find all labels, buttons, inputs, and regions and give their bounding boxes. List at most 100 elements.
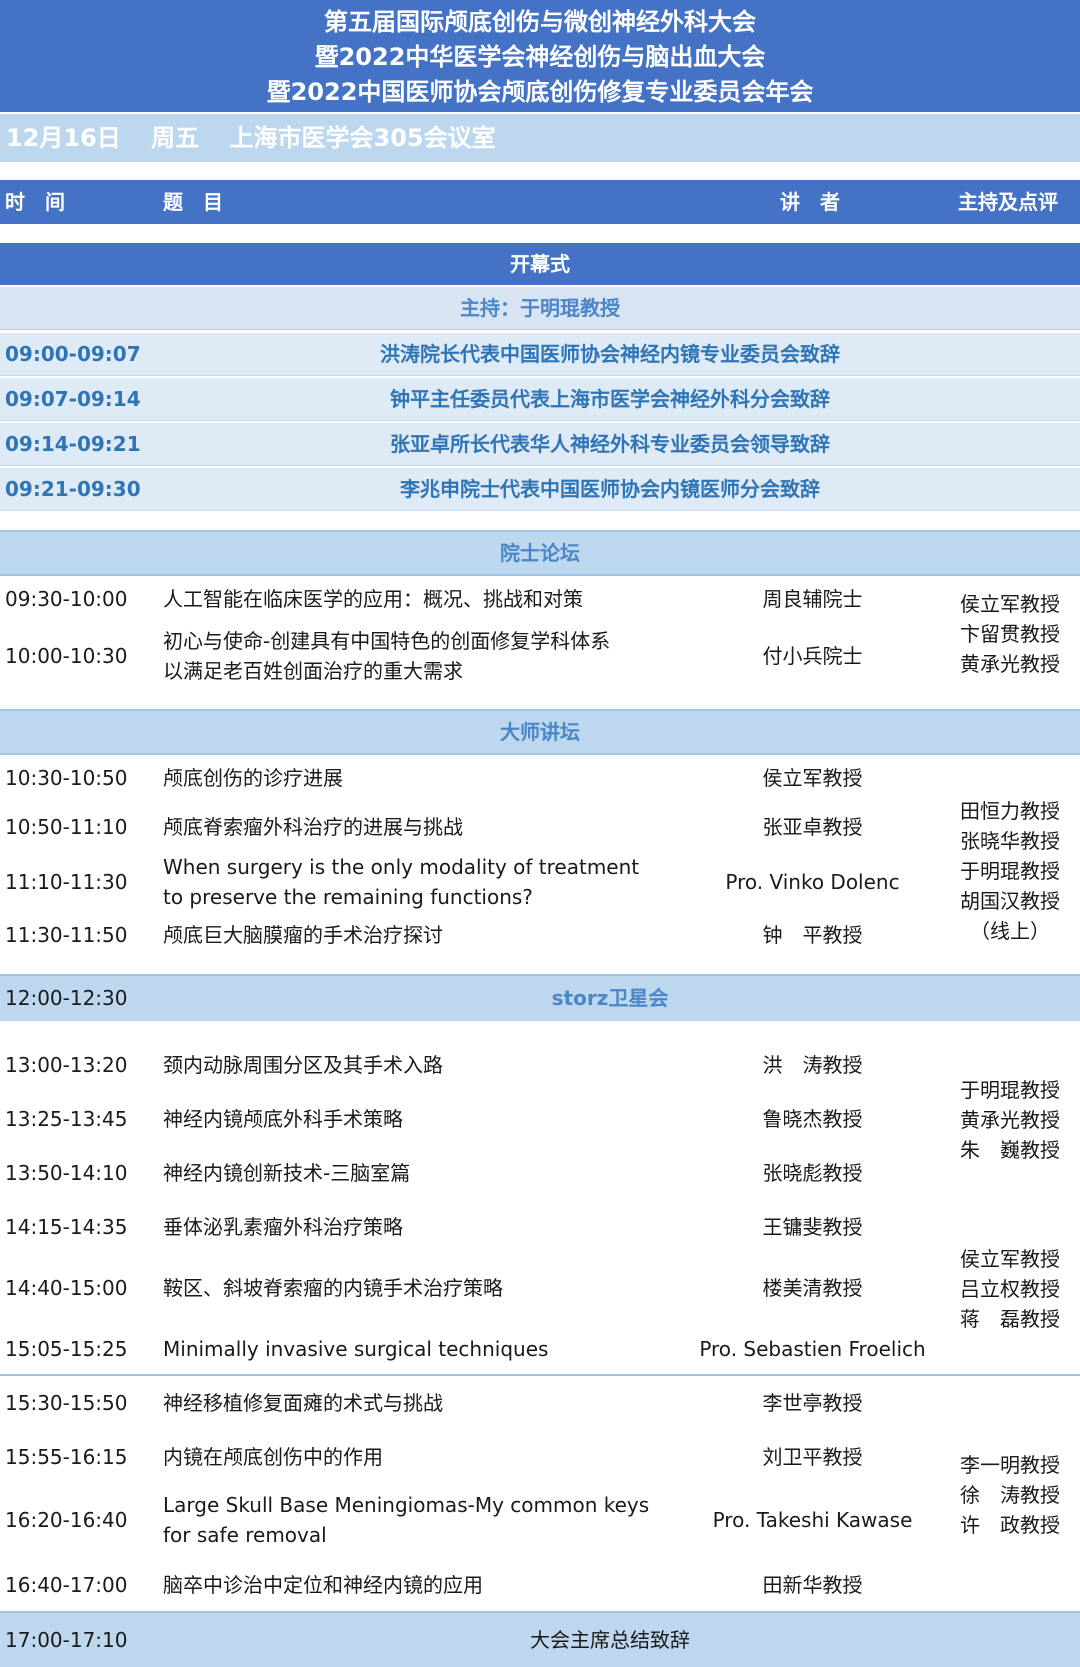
moderators: 侯立军教授 卞留贯教授 黄承光教授 <box>930 589 1080 679</box>
moderators: 侯立军教授 吕立权教授 蒋 磊教授 <box>930 1244 1080 1334</box>
table-row: 15:30-15:50 神经移植修复面瘫的术式与挑战 李世亭教授 <box>0 1386 1080 1420</box>
topic-line: When surgery is the only modality of tre… <box>163 855 640 879</box>
opening-row: 09:21-09:30 李兆申院士代表中国医师协会内镜医师分会致辞 <box>0 468 1080 511</box>
speaker: Pro. Takeshi Kawase <box>712 1508 913 1532</box>
speaker: Pro. Sebastien Froelich <box>699 1337 926 1361</box>
speaker: 刘卫平教授 <box>762 1445 863 1469</box>
closing-row: 17:00-17:10 大会主席总结致辞 <box>0 1611 1080 1667</box>
table-row: 15:55-16:15 内镜在颅底创伤中的作用 刘卫平教授 <box>0 1440 1080 1474</box>
time: 14:40-15:00 <box>5 1276 128 1300</box>
opening-row: 09:07-09:14 钟平主任委员代表上海市医学会神经外科分会致辞 <box>0 378 1080 421</box>
table-row: 14:15-14:35 垂体泌乳素瘤外科治疗策略 王镛斐教授 <box>0 1210 1080 1244</box>
time: 09:00-09:07 <box>5 342 141 366</box>
topic: 鞍区、斜坡脊索瘤的内镜手术治疗策略 <box>163 1276 503 1300</box>
col-time: 时 间 <box>5 190 65 214</box>
speaker: 钟 平教授 <box>762 923 863 947</box>
moderator: 张晓华教授 <box>960 829 1060 853</box>
time: 15:30-15:50 <box>5 1391 128 1415</box>
time: 09:14-09:21 <box>5 432 141 456</box>
moderator: 于明琨教授 <box>960 1078 1060 1102</box>
moderators: 于明琨教授 黄承光教授 朱 巍教授 <box>930 1075 1080 1165</box>
content: 洪涛院长代表中国医师协会神经内镜专业委员会致辞 <box>380 342 840 366</box>
moderator: 田恒力教授 <box>960 799 1060 823</box>
topic: 初心与使命-创建具有中国特色的创面修复学科体系 以满足老百姓创面治疗的重大需求 <box>163 626 610 686</box>
speaker: 付小兵院士 <box>762 644 863 668</box>
speaker: 张晓彪教授 <box>762 1161 863 1185</box>
topic-line: 初心与使命-创建具有中国特色的创面修复学科体系 <box>163 629 611 653</box>
opening-host: 主持：于明琨教授 <box>0 287 1080 330</box>
table-row: 15:05-15:25 Minimally invasive surgical … <box>0 1332 1080 1366</box>
moderator: 徐 涛教授 <box>960 1483 1060 1507</box>
table-row: 13:50-14:10 神经内镜创新技术-三脑室篇 张晓彪教授 <box>0 1156 1080 1190</box>
topic: 神经移植修复面瘫的术式与挑战 <box>163 1391 443 1415</box>
date-venue-bar: 12月16日 周五 上海市医学会305会议室 <box>0 114 1080 162</box>
topic: 神经内镜颅底外科手术策略 <box>163 1107 403 1131</box>
content: 张亚卓所长代表华人神经外科专业委员会领导致辞 <box>390 432 830 456</box>
moderators: 田恒力教授 张晓华教授 于明琨教授 胡国汉教授 （线上） <box>930 796 1080 946</box>
topic: Minimally invasive surgical techniques <box>163 1337 549 1361</box>
moderator: 吕立权教授 <box>960 1277 1060 1301</box>
topic: Large Skull Base Meningiomas-My common k… <box>163 1490 649 1550</box>
divider <box>0 1374 1080 1376</box>
topic: 颈内动脉周围分区及其手术入路 <box>163 1053 443 1077</box>
table-row: 14:40-15:00 鞍区、斜坡脊索瘤的内镜手术治疗策略 楼美清教授 <box>0 1271 1080 1305</box>
time: 13:50-14:10 <box>5 1161 128 1185</box>
time: 10:30-10:50 <box>5 766 128 790</box>
moderator: 蒋 磊教授 <box>960 1307 1060 1331</box>
time: 11:10-11:30 <box>5 870 128 894</box>
moderator: 黄承光教授 <box>960 1108 1060 1132</box>
moderator: 侯立军教授 <box>960 592 1060 616</box>
moderator: 胡国汉教授 <box>960 889 1060 913</box>
topic-line: to preserve the remaining functions? <box>163 885 533 909</box>
title-line-3: 暨2022中国医师协会颅底创伤修复专业委员会年会 <box>266 78 814 106</box>
speaker: Pro. Vinko Dolenc <box>725 870 900 894</box>
time: 13:00-13:20 <box>5 1053 128 1077</box>
col-moderator: 主持及点评 <box>958 190 1058 214</box>
topic: 颅底脊索瘤外科治疗的进展与挑战 <box>163 815 463 839</box>
speaker: 田新华教授 <box>762 1573 863 1597</box>
topic: 颅底巨大脑膜瘤的手术治疗探讨 <box>163 923 443 947</box>
table-row: 13:25-13:45 神经内镜颅底外科手术策略 鲁晓杰教授 <box>0 1102 1080 1136</box>
topic: 脑卒中诊治中定位和神经内镜的应用 <box>163 1573 483 1597</box>
time: 09:30-10:00 <box>5 587 128 611</box>
speaker: 李世亭教授 <box>762 1391 863 1415</box>
col-speaker: 讲 者 <box>780 190 840 214</box>
speaker: 楼美清教授 <box>762 1276 863 1300</box>
title-line-2: 暨2022中华医学会神经创伤与脑出血大会 <box>314 43 766 71</box>
moderator: 侯立军教授 <box>960 1247 1060 1271</box>
speaker: 鲁晓杰教授 <box>762 1107 863 1131</box>
speaker: 周良辅院士 <box>762 587 863 611</box>
time: 10:00-10:30 <box>5 644 128 668</box>
moderators: 李一明教授 徐 涛教授 许 政教授 <box>930 1450 1080 1540</box>
moderator: （线上） <box>970 919 1050 943</box>
speaker: 王镛斐教授 <box>762 1215 863 1239</box>
table-row: 11:10-11:30 When surgery is the only mod… <box>0 852 1080 912</box>
moderator: 卞留贯教授 <box>960 622 1060 646</box>
satellite-row: 12:00-12:30 storz卫星会 <box>0 974 1080 1021</box>
date: 12月16日 <box>6 124 121 152</box>
time: 17:00-17:10 <box>5 1628 128 1652</box>
time: 15:05-15:25 <box>5 1337 128 1361</box>
table-row: 10:30-10:50 颅底创伤的诊疗进展 侯立军教授 <box>0 761 1080 795</box>
time: 14:15-14:35 <box>5 1215 128 1239</box>
time: 16:40-17:00 <box>5 1573 128 1597</box>
speaker: 侯立军教授 <box>762 766 863 790</box>
venue: 上海市医学会305会议室 <box>229 124 496 152</box>
content: 李兆申院士代表中国医师协会内镜医师分会致辞 <box>400 477 820 501</box>
moderator: 许 政教授 <box>960 1513 1060 1537</box>
time: 09:21-09:30 <box>5 477 141 501</box>
table-row: 09:30-10:00 人工智能在临床医学的应用：概况、挑战和对策 周良辅院士 <box>0 582 1080 616</box>
satellite-title: storz卫星会 <box>551 986 669 1010</box>
content: 钟平主任委员代表上海市医学会神经外科分会致辞 <box>390 387 830 411</box>
conference-title: 第五届国际颅底创伤与微创神经外科大会 暨2022中华医学会神经创伤与脑出血大会 … <box>0 0 1080 112</box>
table-row: 11:30-11:50 颅底巨大脑膜瘤的手术治疗探讨 钟 平教授 <box>0 918 1080 952</box>
topic-line: for safe removal <box>163 1523 327 1547</box>
table-row: 10:00-10:30 初心与使命-创建具有中国特色的创面修复学科体系 以满足老… <box>0 626 1080 686</box>
column-header: 时 间 题 目 讲 者 主持及点评 <box>0 180 1080 224</box>
topic: 神经内镜创新技术-三脑室篇 <box>163 1161 411 1185</box>
moderator: 黄承光教授 <box>960 652 1060 676</box>
col-topic: 题 目 <box>163 190 223 214</box>
title-line-1: 第五届国际颅底创伤与微创神经外科大会 <box>324 8 756 36</box>
topic: 颅底创伤的诊疗进展 <box>163 766 343 790</box>
opening-row: 09:00-09:07 洪涛院长代表中国医师协会神经内镜专业委员会致辞 <box>0 333 1080 376</box>
